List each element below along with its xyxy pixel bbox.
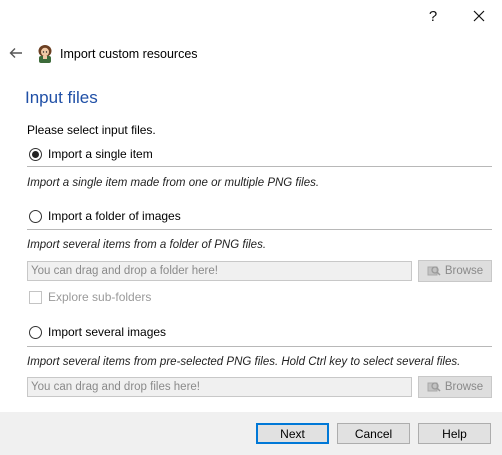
files-browse-button[interactable]: Browse [418, 376, 492, 398]
browse-label: Browse [444, 265, 484, 277]
folder-browse-button[interactable]: Browse [418, 260, 492, 282]
radio-label: Import a folder of images [48, 209, 181, 223]
separator [27, 229, 492, 230]
radio-import-several[interactable]: Import several images [29, 325, 166, 339]
radio-button[interactable] [29, 325, 42, 339]
several-description: Import several items from pre-selected P… [27, 356, 461, 368]
files-drop-field[interactable]: You can drag and drop files here! [27, 377, 412, 397]
character-icon [38, 45, 52, 63]
titlebar-help-button[interactable]: ? [410, 0, 456, 32]
explore-subfolders-label: Explore sub-folders [48, 290, 152, 304]
radio-label: Import a single item [48, 147, 153, 161]
separator [27, 166, 492, 167]
radio-import-folder[interactable]: Import a folder of images [29, 209, 181, 223]
close-icon [473, 10, 485, 22]
single-description: Import a single item made from one or mu… [27, 177, 320, 189]
cancel-button[interactable]: Cancel [337, 423, 410, 444]
radio-button[interactable] [29, 209, 42, 223]
help-icon: ? [428, 7, 438, 25]
magnifier-icon [427, 382, 441, 392]
browse-label: Browse [444, 381, 484, 393]
radio-import-single[interactable]: Import a single item [29, 147, 153, 161]
instruction-text: Please select input files. [27, 123, 156, 137]
magnifier-icon [427, 266, 441, 276]
import-dialog: ? Import custom resources Input files Pl… [0, 0, 502, 455]
explore-subfolders-checkbox[interactable] [29, 290, 42, 304]
next-button[interactable]: Next [256, 423, 329, 444]
back-arrow-icon[interactable] [8, 45, 24, 61]
folder-drop-field[interactable]: You can drag and drop a folder here! [27, 261, 412, 281]
wizard-title: Import custom resources [60, 47, 198, 61]
radio-button[interactable] [29, 147, 42, 161]
help-button[interactable]: Help [418, 423, 491, 444]
page-title: Input files [25, 88, 98, 107]
radio-label: Import several images [48, 325, 167, 339]
separator [27, 346, 492, 347]
explore-subfolders-checkbox-row[interactable]: Explore sub-folders [29, 290, 151, 304]
titlebar-close-button[interactable] [456, 0, 502, 32]
folder-description: Import several items from a folder of PN… [27, 239, 267, 251]
